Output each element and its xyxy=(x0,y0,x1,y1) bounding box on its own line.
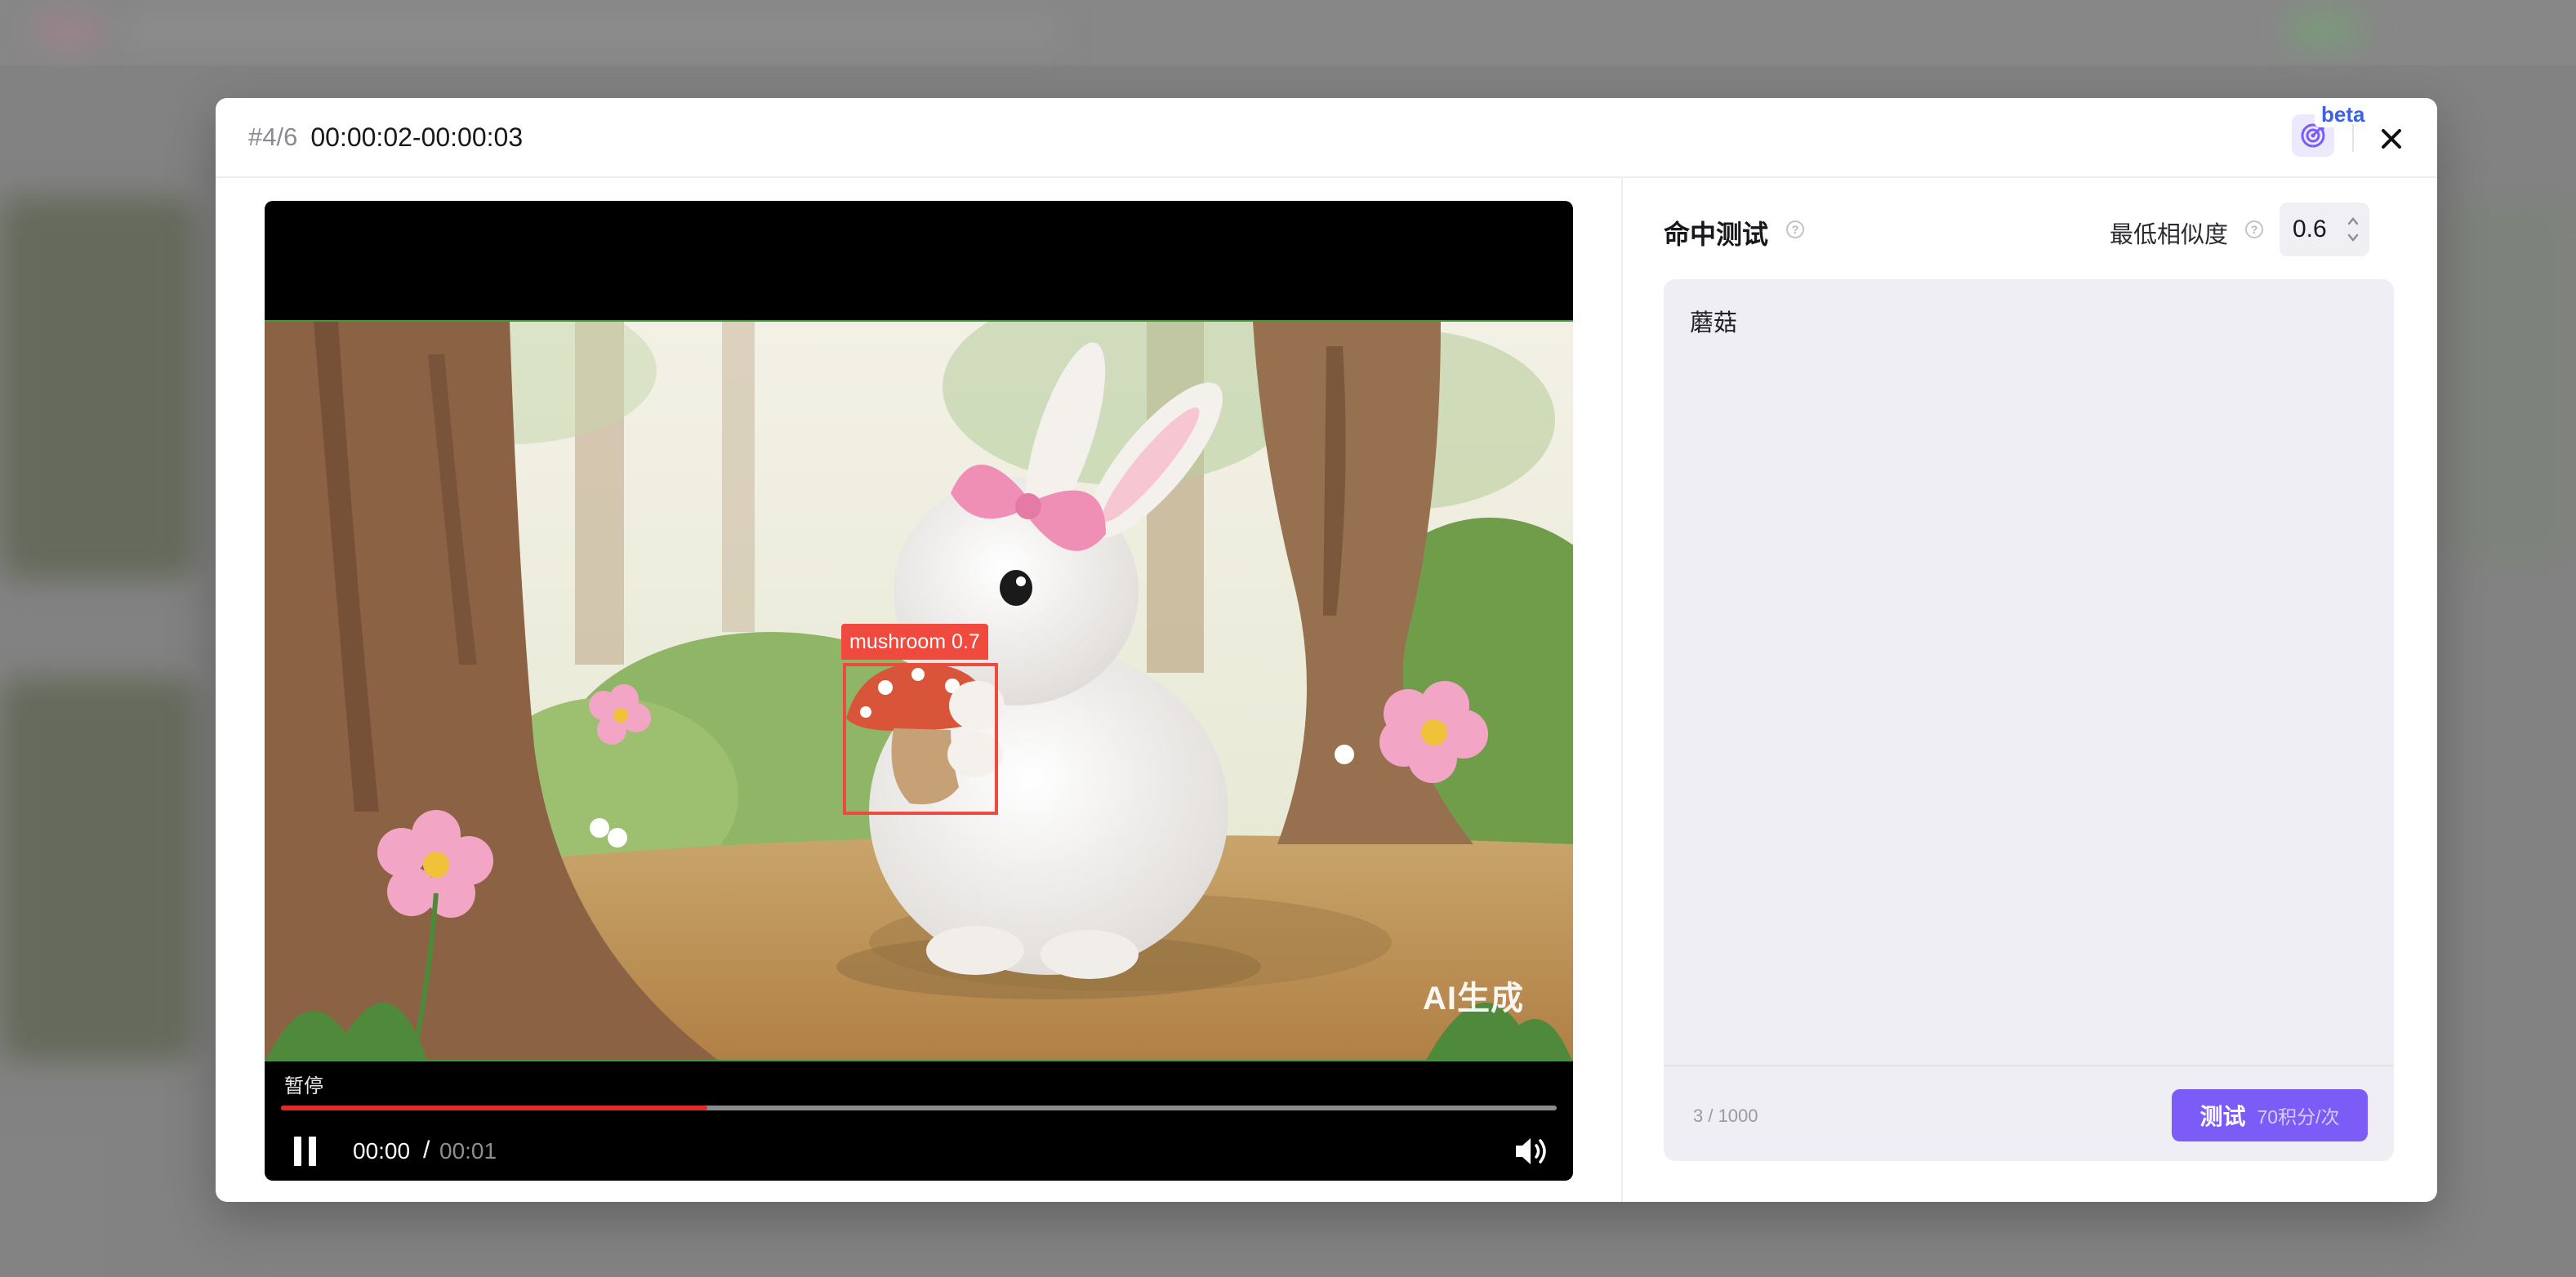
spinner-arrows-icon[interactable] xyxy=(2346,214,2360,245)
ai-generated-watermark: AI生成 xyxy=(1423,981,1524,1017)
help-icon[interactable]: ? xyxy=(2245,220,2263,238)
detection-bounding-box xyxy=(843,663,998,815)
pause-icon xyxy=(294,1137,316,1166)
close-button[interactable] xyxy=(2372,119,2411,158)
test-button-cost: 70积分/次 xyxy=(2257,1106,2340,1128)
char-count: 3 / 1000 xyxy=(1693,1106,1758,1126)
detection-label: mushroom 0.7 xyxy=(841,624,988,660)
volume-icon xyxy=(1516,1138,1546,1164)
test-button[interactable]: 测试 70积分/次 xyxy=(2172,1089,2368,1141)
player-controls: 00:00 / 00:01 xyxy=(265,1125,1573,1174)
progress-fill xyxy=(281,1106,707,1110)
video-player[interactable]: AI生成 mushroom 0.7 暂停 00:00 / 00:01 xyxy=(265,201,1573,1181)
video-frame[interactable]: AI生成 mushroom 0.7 xyxy=(265,320,1573,1061)
video-pane: AI生成 mushroom 0.7 暂停 00:00 / 00:01 xyxy=(216,178,1622,1202)
query-textarea[interactable]: 蘑菇 3 / 1000 测试 70积分/次 xyxy=(1664,279,2394,1161)
segment-counter: #4/6 xyxy=(248,122,298,151)
similarity-value[interactable]: 0.6 xyxy=(2293,216,2327,243)
test-button-label: 测试 xyxy=(2199,1104,2246,1129)
play-pause-button[interactable] xyxy=(287,1132,323,1171)
similarity-stepper[interactable]: 0.6 xyxy=(2280,202,2369,256)
volume-button[interactable] xyxy=(1513,1133,1552,1169)
segment-time-range: 00:00:02-00:00:03 xyxy=(310,122,524,152)
header-divider xyxy=(2352,124,2354,152)
hit-test-title: 命中测试 xyxy=(1664,220,1769,249)
query-text[interactable]: 蘑菇 xyxy=(1690,304,1737,338)
current-time: 00:00 xyxy=(353,1138,411,1164)
textarea-divider xyxy=(1664,1065,2394,1066)
close-icon xyxy=(2382,129,2401,149)
pause-tooltip: 暂停 xyxy=(284,1075,323,1097)
hit-test-pane: 命中测试 ? 最低相似度 ? 0.6 蘑菇 3 / 1000 测试 70积分/次 xyxy=(1623,178,2437,1202)
similarity-label: 最低相似度 xyxy=(2110,222,2229,248)
hit-test-modal: #4/6 00:00:02-00:00:03 beta AI生成 mushroo… xyxy=(216,98,2437,1202)
progress-bar[interactable] xyxy=(281,1106,1557,1110)
time-separator: / xyxy=(423,1137,430,1164)
help-icon[interactable]: ? xyxy=(1786,220,1804,238)
beta-badge: beta xyxy=(2315,101,2372,127)
modal-header: #4/6 00:00:02-00:00:03 xyxy=(216,98,2437,178)
duration: 00:01 xyxy=(439,1138,497,1164)
